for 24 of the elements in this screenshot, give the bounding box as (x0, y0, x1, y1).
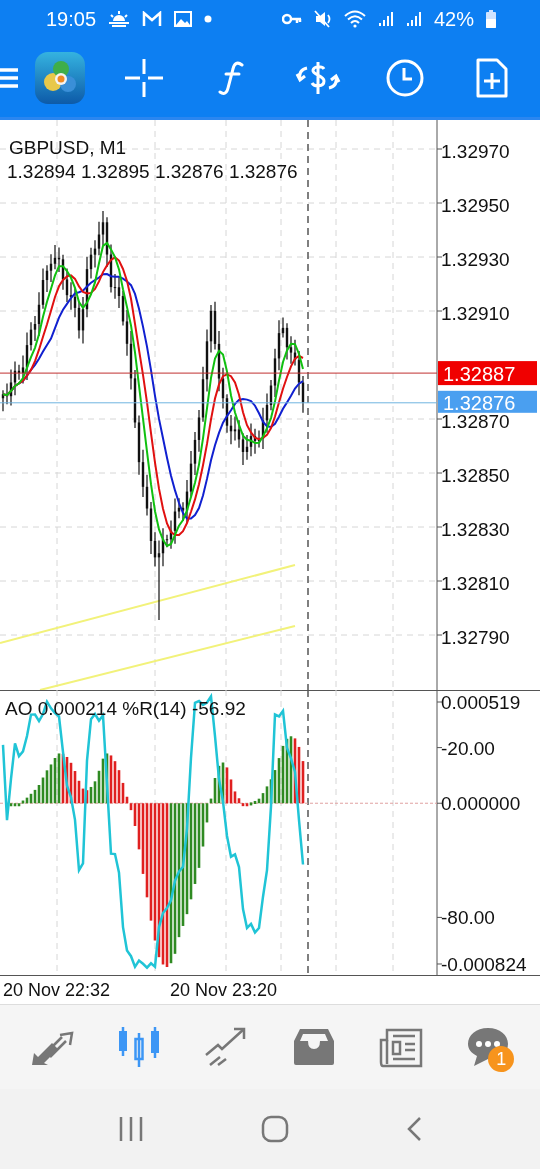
bid-price-tag: 1.32876 (438, 390, 537, 414)
indicator-axis-label: -80.00 (441, 907, 495, 929)
price-axis-label: 1.32950 (441, 195, 510, 216)
time-axis-label: 20 Nov 23:20 (170, 979, 278, 1001)
indicator-axis-label: -0.000824 (441, 954, 527, 975)
indicator-axis-label: 0.000000 (441, 793, 521, 815)
price-axis-label: 1.32910 (441, 303, 510, 324)
price-axis-label: 1.32830 (441, 519, 510, 540)
time-axis-label: 20 Nov 22:32 (3, 979, 112, 1001)
ohlc-values: 1.32894 1.32895 1.32876 1.32876 (7, 161, 298, 182)
price-axis-label: 1.32970 (441, 141, 510, 162)
price-axis-label: 1.32790 (441, 627, 510, 648)
price-axis-label: 1.32810 (441, 573, 510, 594)
indicator-axis-label: 0.000519 (441, 692, 521, 713)
symbol-title: GBPUSD, M1 (9, 137, 127, 158)
messages-tab[interactable]: 1 (462, 1022, 515, 1072)
battery-percentage: 42% (433, 7, 474, 31)
unread-count-badge: 1 (488, 1046, 515, 1072)
ask-price-tag: 1.32887 (438, 361, 537, 386)
indicator-axis-label: -20.00 (441, 737, 495, 759)
price-axis-label: 1.32850 (441, 465, 510, 486)
status-time: 19:05 (46, 7, 97, 31)
price-axis-label: 1.32930 (441, 249, 510, 270)
price-axis-label: 1.32870 (441, 411, 510, 432)
